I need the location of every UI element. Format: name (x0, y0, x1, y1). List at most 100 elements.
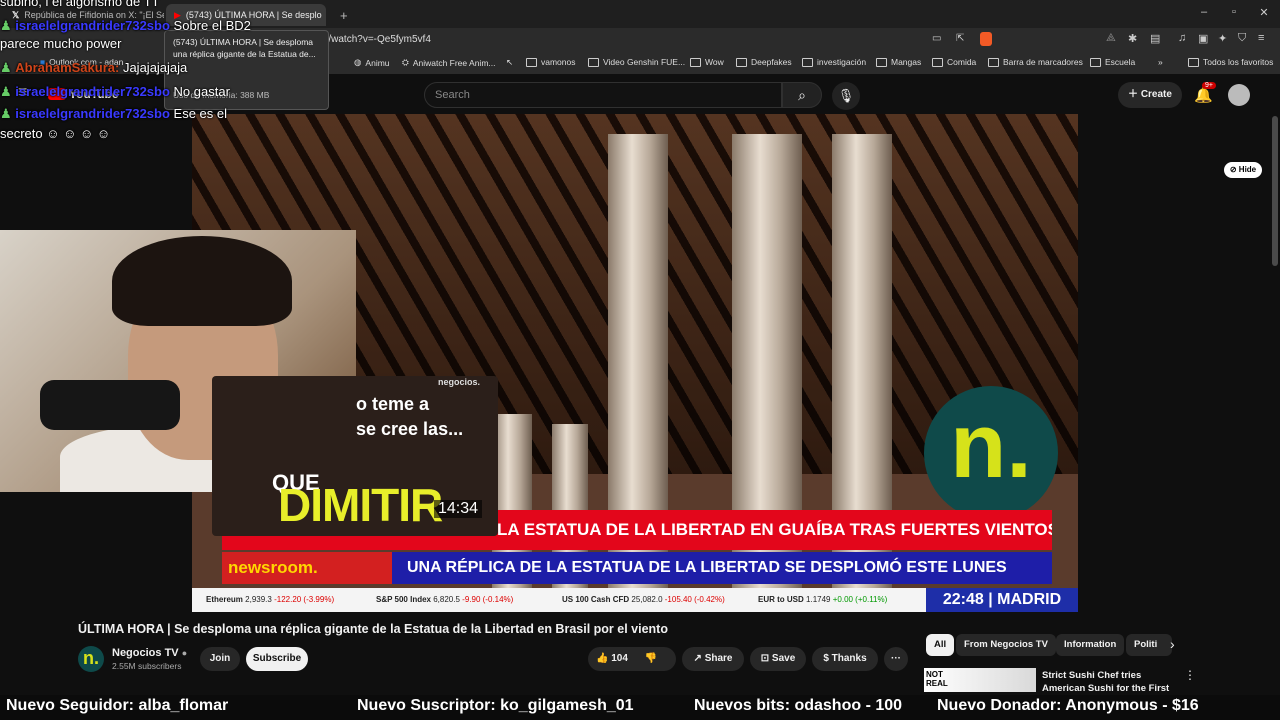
microphone (40, 380, 180, 430)
menu-icon[interactable]: ≡ (1258, 32, 1264, 44)
channel-avatar[interactable]: n. (78, 646, 104, 672)
recommendation-menu-icon[interactable]: ⋮ (1184, 668, 1196, 682)
brave-shield-icon[interactable] (980, 32, 992, 46)
headline-band-blue: newsroom. UNA RÉPLICA DE LA ESTATUA DE L… (222, 552, 1052, 584)
cast-icon[interactable]: ▭ (932, 33, 941, 44)
ticker-item: Ethereum 2,939.3 -122.20 (-3.99%) (206, 595, 335, 604)
folder-icon (1188, 57, 1199, 67)
folder-icon (988, 57, 999, 67)
more-actions-button[interactable]: ··· (884, 647, 908, 671)
scrollbar[interactable] (1272, 116, 1278, 266)
folder-icon (736, 57, 747, 67)
hair-headphones (112, 236, 292, 326)
arrow-icon: ↖ (506, 57, 514, 67)
mic-icon: 🎙 (837, 88, 855, 103)
bookmark-barra[interactable]: Barra de marcadores (988, 57, 1083, 67)
eye-off-icon: ⊘ (1229, 165, 1239, 174)
newsroom-label: newsroom. (222, 552, 392, 584)
chip-all[interactable]: All (926, 634, 955, 656)
bookmark-aniwatch[interactable]: ⛭ Aniwatch Free Anim... (402, 57, 495, 68)
account-avatar[interactable] (1228, 84, 1250, 106)
bookmark-icon: ⊡ (760, 653, 772, 664)
save-button[interactable]: ⊡ Save (750, 647, 806, 671)
bookmark-deepfakes[interactable]: Deepfakes (736, 57, 792, 67)
chat-badge-icon: ♟ (0, 106, 12, 121)
bookmark-escuela[interactable]: Escuela (1090, 57, 1135, 67)
media-icon[interactable]: ♫ (1178, 32, 1186, 44)
share-button[interactable]: ↗ Share (682, 647, 744, 671)
url-field[interactable]: ube.com/watch?v=-Qe5fym5vf4 (290, 32, 990, 48)
bookmark-mangas[interactable]: Mangas (876, 57, 921, 67)
subscribe-button[interactable]: Subscribe (246, 647, 308, 671)
join-button[interactable]: Join (200, 647, 240, 671)
chat-line: ♟ israelelgrandrider732sbo Ese es el (0, 106, 228, 121)
create-button[interactable]: ＋ Create (1118, 82, 1182, 108)
bookmark-wow[interactable]: Wow (690, 57, 724, 67)
preview-caption: o teme a se cree las... (356, 394, 464, 439)
recommendation-thumbnail[interactable]: NOT REAL (924, 668, 1036, 692)
maximize-icon[interactable]: ▫ (1224, 6, 1244, 18)
rewards-icon[interactable]: ⟁ (1106, 32, 1116, 45)
bell-icon: 🔔 (1194, 87, 1213, 104)
video-preview-thumbnail[interactable]: negocios. o teme a se cree las... QUE DI… (212, 376, 498, 536)
chip-politics[interactable]: Politi (1126, 634, 1172, 656)
hide-chat-button[interactable]: ⊘ Hide (1224, 162, 1262, 178)
bookmark-arrow[interactable]: ↖ (506, 57, 513, 68)
all-bookmarks[interactable]: Todos los favoritos (1188, 57, 1273, 67)
aniwatch-icon: ⛭ (402, 57, 409, 67)
alert-donation: Nuevo Donador: Anonymous - $16 (937, 697, 1199, 714)
alert-bits: Nuevos bits: odashoo - 100 (694, 697, 903, 714)
search-input[interactable]: Search (424, 82, 782, 108)
share-page-icon[interactable]: ⇱ (956, 33, 964, 44)
like-dislike-group: 👍 104 👎 (588, 647, 676, 671)
stream-alerts-bar: Nuevo Seguidor: alba_flomar Nuevo Suscri… (0, 695, 1280, 720)
chat-badge-icon: ♟ (0, 60, 12, 75)
chat-badge-icon: ♟ (0, 18, 12, 33)
voice-search-button[interactable]: 🎙 (832, 82, 860, 110)
recommendation-title[interactable]: Strict Sushi Chef tries American Sushi f… (1042, 669, 1182, 691)
chip-from-channel[interactable]: From Negocios TV (956, 634, 1056, 656)
ticker-item: S&P 500 Index 6,820.5 -9.90 (-0.14%) (376, 595, 514, 604)
new-tab-button[interactable]: + (332, 4, 352, 26)
extensions-icon[interactable]: ✱ (1128, 32, 1137, 45)
broadcast-clock: 22:48 | MADRID (926, 588, 1078, 612)
alert-follower: Nuevo Seguidor: alba_flomar (6, 697, 229, 714)
chat-line: parece mucho power (0, 36, 122, 51)
folder-icon (932, 57, 943, 67)
chevron-right-icon[interactable]: › (1170, 636, 1175, 652)
ticker-item: EUR to USD 1.1749 +0.00 (+0.11%) (758, 595, 888, 604)
wallet-icon[interactable]: ▣ (1198, 32, 1208, 45)
globe-icon: ◍ (354, 57, 362, 67)
chat-line: ♟ AbrahamSakura: Jajajajajaja (0, 60, 188, 75)
channel-name[interactable]: Negocios TV ● (112, 647, 187, 659)
minimize-icon[interactable]: – (1194, 6, 1214, 18)
leo-ai-icon[interactable]: ✦ (1218, 32, 1227, 45)
close-window-icon[interactable]: ✕ (1254, 6, 1274, 19)
bookmark-animu[interactable]: ◍ Animu (354, 57, 390, 68)
share-icon: ↗ (693, 653, 705, 664)
chat-line: secreto ☺ ☺ ☺ ☺ (0, 126, 111, 141)
thanks-button[interactable]: $ Thanks (812, 647, 878, 671)
negocios-watermark: negocios. (438, 377, 481, 387)
notifications-button[interactable]: 🔔 9+ (1194, 82, 1216, 104)
search-button[interactable]: ⌕ (782, 82, 822, 108)
thanks-icon: $ (823, 653, 832, 664)
ticker-item: US 100 Cash CFD 25,082.0 -105.40 (-0.42%… (562, 595, 725, 604)
alert-subscriber: Nuevo Suscriptor: ko_gilgamesh_01 (357, 697, 634, 714)
dislike-icon[interactable]: 👎 (645, 653, 657, 664)
more-bookmarks-icon[interactable]: » (1158, 57, 1163, 67)
verified-icon: ● (181, 648, 188, 658)
subscriber-count: 2.55M subscribers (112, 661, 182, 671)
like-button[interactable]: 👍 104 (596, 653, 628, 664)
negocios-logo: n. (924, 386, 1058, 520)
bookmark-video-genshin[interactable]: Video Genshin FUE... (588, 57, 685, 67)
bookmark-comida[interactable]: Comida (932, 57, 976, 67)
chip-information[interactable]: Information (1056, 634, 1125, 656)
chat-line: ♟ israelelgrandrider732sbo No gastar (0, 84, 230, 99)
video-duration: 14:34 (434, 500, 483, 518)
vpn-icon[interactable]: ⛉ (1238, 32, 1246, 45)
bookmark-vamonos[interactable]: vamonos (526, 57, 576, 67)
bookmark-investigacion[interactable]: investigación (802, 57, 866, 67)
sidebar-icon[interactable]: ▤ (1150, 32, 1160, 45)
thumbs-up-icon: 👍 (596, 653, 609, 664)
